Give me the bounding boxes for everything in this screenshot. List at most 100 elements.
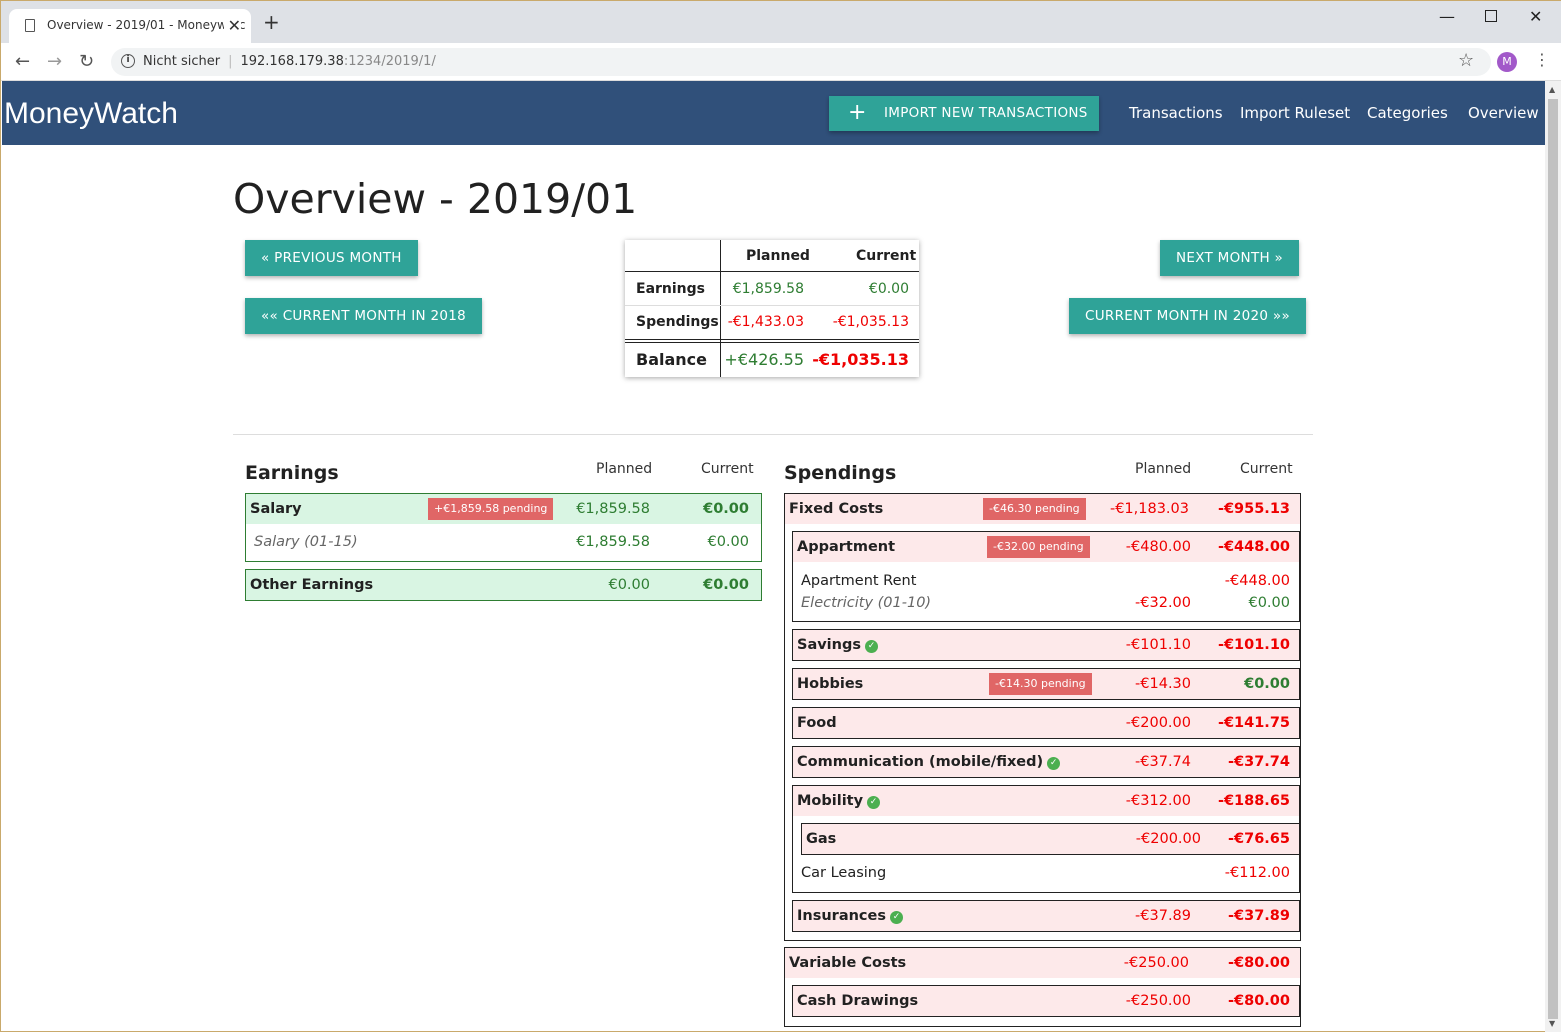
savings-planned: -€101.10 [1125, 637, 1191, 653]
insurances-planned: -€37.89 [1135, 908, 1191, 924]
previous-month-button[interactable]: « PREVIOUS MONTH [245, 240, 418, 276]
browser-tab[interactable]: Overview - 2019/01 - Moneywatc ✕ [9, 9, 251, 43]
check-circle-icon: ✓ [867, 796, 881, 809]
communication-category[interactable]: Communication (mobile/fixed) ✓ -€37.74 -€… [792, 746, 1300, 778]
next-month-button[interactable]: NEXT MONTH » [1160, 240, 1300, 276]
url-field[interactable]: i Nicht sicher | 192.168.179.38:1234/2019/… [111, 48, 1491, 76]
communication-current: -€37.74 [1228, 754, 1290, 770]
pending-badge: -€32.00 pending [987, 536, 1090, 558]
avatar[interactable]: M [1497, 52, 1517, 72]
close-tab-icon[interactable]: ✕ [223, 16, 241, 35]
hobbies-planned: -€14.30 [1135, 676, 1191, 692]
spendings-col-planned: Planned [1135, 461, 1192, 477]
food-label: Food [797, 715, 837, 731]
electricity-current: €0.00 [1248, 595, 1290, 611]
back-icon[interactable]: ← [15, 51, 30, 72]
earnings-heading: Earnings [245, 462, 339, 484]
summary-balance-current: -€1,035.13 [812, 350, 909, 369]
insurances-category[interactable]: Insurances ✓ -€37.89 -€37.89 [792, 900, 1300, 932]
nav-overview[interactable]: Overview [1468, 104, 1539, 122]
summary-earnings-current: €0.00 [868, 281, 909, 297]
other-earnings-category[interactable]: Other Earnings €0.00 €0.00 [245, 569, 762, 601]
reload-icon[interactable]: ↻ [79, 51, 94, 72]
appartment-category[interactable]: Appartment -€32.00 pending -€480.00 -€44… [792, 531, 1300, 622]
security-label: Nicht sicher [143, 54, 221, 69]
brand-logo[interactable]: MoneyWatch [4, 97, 178, 131]
gas-category[interactable]: Gas -€200.00 -€76.65 [801, 823, 1300, 855]
nav-categories[interactable]: Categories [1367, 104, 1448, 122]
rent-current: -€448.00 [1224, 573, 1290, 589]
tab-title: Overview - 2019/01 - Moneywatc [47, 18, 246, 32]
scroll-down-icon[interactable]: ▼ [1549, 1019, 1555, 1028]
variable-costs-planned: -€250.00 [1123, 955, 1189, 971]
bookmark-star-icon[interactable]: ☆ [1458, 50, 1474, 71]
cash-drawings-label: Cash Drawings [797, 993, 919, 1009]
electricity-label: Electricity (01-10) [801, 595, 932, 611]
appartment-current: -€448.00 [1217, 539, 1290, 555]
app-navbar: MoneyWatch + IMPORT NEW TRANSACTIONS Tra… [2, 81, 1545, 145]
salary-sub-current: €0.00 [707, 534, 749, 550]
savings-category[interactable]: Savings ✓ -€101.10 -€101.10 [792, 629, 1300, 661]
gas-planned: -€200.00 [1135, 831, 1201, 847]
previous-year-button[interactable]: «« CURRENT MONTH IN 2018 [245, 298, 483, 334]
salary-label: Salary [250, 501, 302, 517]
hobbies-category[interactable]: Hobbies -€14.30 pending -€14.30 €0.00 [792, 668, 1300, 700]
spendings-heading: Spendings [784, 462, 897, 484]
cash-drawings-current: -€80.00 [1228, 993, 1290, 1009]
savings-current: -€101.10 [1217, 637, 1290, 653]
info-icon[interactable]: i [121, 54, 135, 68]
page-title: Overview - 2019/01 [233, 175, 638, 223]
summary-balance-planned: +€426.55 [724, 350, 804, 369]
url-host: 192.168.179.38 [240, 54, 344, 69]
minimize-icon[interactable]: — [1439, 7, 1455, 26]
close-window-icon[interactable]: ✕ [1529, 7, 1542, 26]
nav-import-ruleset[interactable]: Import Ruleset [1240, 104, 1350, 122]
car-leasing-current: -€112.00 [1224, 865, 1290, 881]
import-transactions-button[interactable]: + IMPORT NEW TRANSACTIONS [829, 96, 1099, 131]
address-bar: ← → ↻ i Nicht sicher | 192.168.179.38:1234… [1, 43, 1561, 81]
maximize-icon[interactable] [1485, 10, 1497, 22]
rent-label: Apartment Rent [801, 573, 917, 589]
spendings-col-current: Current [1240, 461, 1293, 477]
salary-planned: €1,859.58 [576, 501, 650, 517]
electricity-planned: -€32.00 [1135, 595, 1191, 611]
check-circle-icon: ✓ [890, 911, 903, 924]
hobbies-label: Hobbies [797, 676, 864, 692]
variable-costs-label: Variable Costs [789, 955, 907, 971]
summary-balance-label: Balance [636, 350, 707, 369]
menu-kebab-icon[interactable]: ⋮ [1534, 50, 1550, 69]
cash-drawings-category[interactable]: Cash Drawings -€250.00 -€80.00 [792, 985, 1300, 1017]
other-earnings-planned: €0.00 [608, 577, 650, 593]
salary-category[interactable]: Salary +€1,859.58 pending €1,859.58 €0.0… [245, 493, 762, 562]
earnings-col-current: Current [701, 461, 754, 477]
check-circle-icon: ✓ [864, 640, 878, 653]
gas-current: -€76.65 [1228, 831, 1290, 847]
nav-transactions[interactable]: Transactions [1129, 104, 1223, 122]
new-tab-button[interactable]: + [263, 12, 280, 32]
food-current: -€141.75 [1217, 715, 1290, 731]
scrollbar[interactable]: ▲ ▼ [1545, 81, 1561, 1032]
scrollbar-thumb[interactable] [1548, 99, 1558, 1019]
summary-earnings-planned: €1,859.58 [732, 281, 804, 297]
pending-badge: -€14.30 pending [989, 673, 1092, 695]
appartment-label: Appartment [797, 539, 896, 555]
pending-badge: +€1,859.58 pending [428, 498, 554, 520]
fixed-costs-label: Fixed Costs [789, 501, 884, 517]
communication-planned: -€37.74 [1135, 754, 1191, 770]
insurances-current: -€37.89 [1228, 908, 1290, 924]
communication-label: Communication (mobile/fixed) [797, 754, 1044, 770]
appartment-planned: -€480.00 [1125, 539, 1191, 555]
forward-icon[interactable]: → [47, 51, 62, 72]
plus-icon: + [848, 100, 867, 125]
car-leasing-label: Car Leasing [801, 865, 887, 881]
next-year-button[interactable]: CURRENT MONTH IN 2020 »» [1069, 298, 1307, 334]
check-circle-icon: ✓ [1047, 757, 1061, 770]
summary-spendings-label: Spendings [636, 314, 719, 330]
gas-label: Gas [806, 831, 837, 847]
savings-label: Savings [797, 637, 861, 653]
food-category[interactable]: Food -€200.00 -€141.75 [792, 707, 1300, 739]
scroll-up-icon[interactable]: ▲ [1549, 85, 1555, 94]
fixed-costs-planned: -€1,183.03 [1109, 501, 1189, 517]
salary-current: €0.00 [703, 501, 749, 517]
pending-badge: -€46.30 pending [983, 498, 1086, 520]
